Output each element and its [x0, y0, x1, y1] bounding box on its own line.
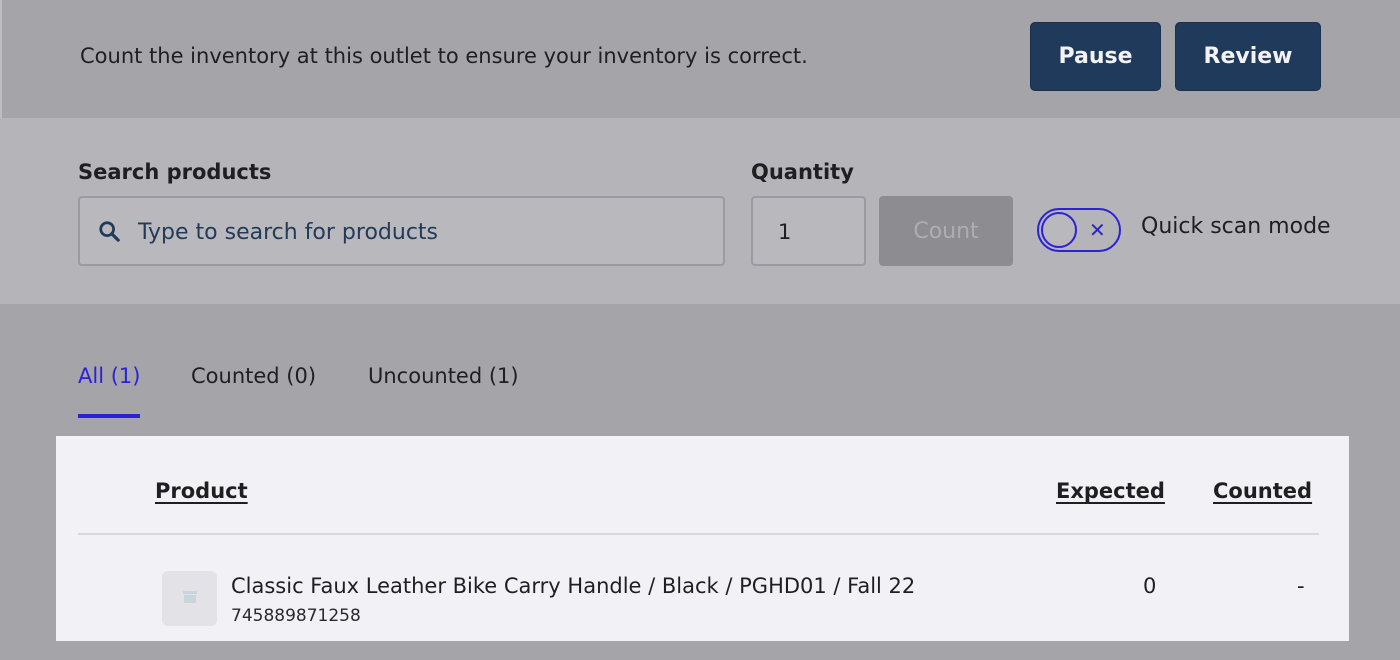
tab-all[interactable]: All (1)	[78, 364, 140, 388]
search-panel: Search products Type to search for produ…	[0, 118, 1400, 304]
search-input[interactable]: Type to search for products	[78, 196, 725, 266]
inventory-count-page: Count the inventory at this outlet to en…	[0, 0, 1400, 660]
close-icon: ✕	[1089, 218, 1106, 242]
tab-uncounted[interactable]: Uncounted (1)	[368, 364, 519, 388]
product-name: Classic Faux Leather Bike Carry Handle /…	[231, 574, 916, 598]
quick-scan-toggle[interactable]: ✕	[1037, 208, 1121, 252]
active-tab-indicator	[78, 414, 140, 418]
search-icon	[99, 221, 120, 242]
inventory-table: Product Expected Counted Classic Faux Le…	[56, 436, 1349, 641]
expected-value: 0	[1143, 574, 1157, 598]
table-row[interactable]: Classic Faux Leather Bike Carry Handle /…	[56, 566, 1349, 641]
review-button[interactable]: Review	[1175, 22, 1321, 91]
tab-counted[interactable]: Counted (0)	[191, 364, 316, 388]
search-products-label: Search products	[78, 160, 272, 184]
product-sku: 745889871258	[231, 606, 361, 626]
counted-value: -	[1297, 574, 1305, 598]
table-divider	[78, 533, 1319, 535]
column-header-expected[interactable]: Expected	[1056, 479, 1165, 503]
search-placeholder: Type to search for products	[138, 220, 438, 245]
column-header-counted[interactable]: Counted	[1213, 479, 1312, 503]
column-header-product[interactable]: Product	[155, 479, 248, 503]
quick-scan-label: Quick scan mode	[1141, 214, 1331, 239]
product-thumbnail	[162, 571, 217, 626]
quantity-label: Quantity	[751, 160, 854, 184]
count-button[interactable]: Count	[879, 196, 1013, 266]
pause-button[interactable]: Pause	[1030, 22, 1161, 91]
quantity-value: 1	[778, 220, 792, 244]
header-bar: Count the inventory at this outlet to en…	[0, 0, 1400, 118]
product-image-icon	[183, 591, 197, 603]
toggle-knob	[1041, 212, 1077, 248]
quantity-input[interactable]: 1	[751, 196, 866, 266]
instruction-text: Count the inventory at this outlet to en…	[80, 44, 808, 68]
